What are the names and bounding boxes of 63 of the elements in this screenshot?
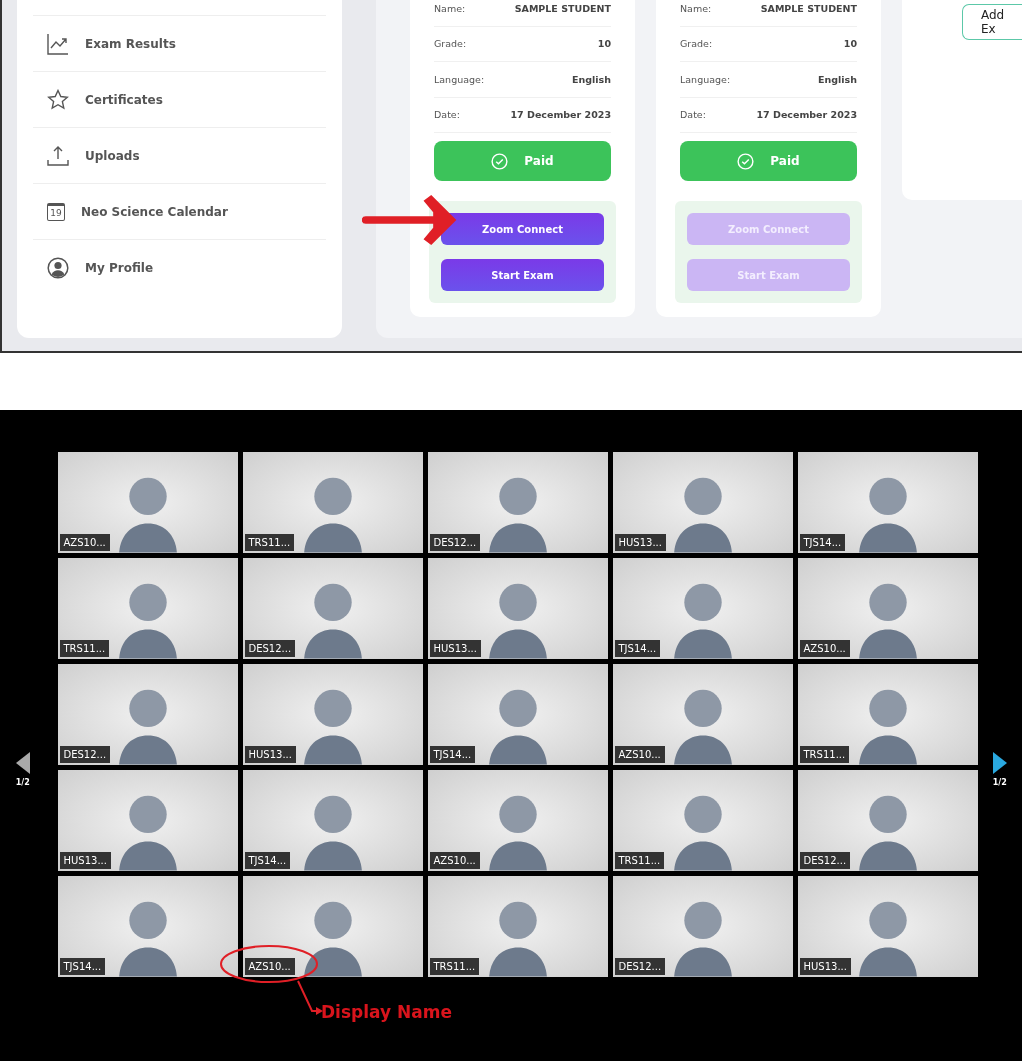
sidebar-item[interactable]: 19 Neo Science Calendar [33,183,326,239]
display-name: AZS10... [244,958,295,975]
chart-icon [47,32,69,55]
field-label: Date: [434,109,460,121]
page-indicator: 1/2 [15,778,30,787]
field-label: Grade: [434,38,467,50]
display-name: AZS10... [614,746,665,763]
field-value: 10 [597,38,611,50]
field-value: 17 December 2023 [510,109,611,121]
sidebar-item[interactable]: My Profile [33,239,326,295]
display-name: TRS11... [614,852,665,869]
display-name: TRS11... [244,534,295,551]
display-name: DES12... [614,958,666,975]
display-name: DES12... [799,852,851,869]
calendar-icon: 19 [47,202,65,221]
display-name: TJS14... [614,640,661,657]
field-value: SAMPLE STUDENT [514,2,611,14]
field-value: 10 [843,38,857,50]
field-value: English [818,73,857,85]
display-name: TJS14... [244,852,291,869]
display-name: HUS13... [244,746,296,763]
field-value: English [572,73,611,85]
next-page-icon[interactable] [992,752,1007,774]
display-name: TRS11... [799,746,850,763]
check-circle-icon [491,152,509,170]
display-name: TJS14... [59,958,106,975]
field-label: Language: [680,73,731,85]
sidebar-item[interactable]: Certificates [33,71,326,127]
sidebar-item[interactable]: Exam Results [33,15,326,71]
upload-icon [47,144,69,167]
sidebar-item[interactable]: Uploads [33,127,326,183]
check-circle-icon [737,152,755,170]
display-name: AZS10... [799,640,850,657]
display-name: DES12... [244,640,296,657]
display-name: DES12... [429,534,481,551]
profile-icon [47,256,69,279]
field-label: Name: [680,2,712,14]
display-name: DES12... [59,746,111,763]
page-indicator: 1/2 [992,778,1007,787]
field-label: Date: [680,109,706,121]
display-name: AZS10... [429,852,480,869]
field-label: Grade: [680,38,713,50]
field-value: SAMPLE STUDENT [760,2,857,14]
display-name: HUS13... [59,852,111,869]
field-label: Name: [434,2,466,14]
display-name: TJS14... [799,534,846,551]
field-label: Language: [434,73,485,85]
field-value: 17 December 2023 [756,109,857,121]
display-name: HUS13... [614,534,666,551]
previous-page-icon[interactable] [15,752,30,774]
exam-action-button[interactable]: Zoom Connect [441,213,604,245]
display-name: TRS11... [59,640,110,657]
add-exam-button[interactable]: Add Ex [962,4,1022,40]
star-icon [47,88,69,111]
display-name: HUS13... [429,640,481,657]
display-name: TJS14... [429,746,476,763]
display-name: TRS11... [429,958,480,975]
paid-status: Paid [434,141,611,181]
display-name: AZS10... [59,534,110,551]
display-name: HUS13... [799,958,851,975]
exam-action-button[interactable]: Start Exam [441,259,604,291]
annotation-label: Display Name [321,1002,452,1022]
paid-status: Paid [680,141,857,181]
